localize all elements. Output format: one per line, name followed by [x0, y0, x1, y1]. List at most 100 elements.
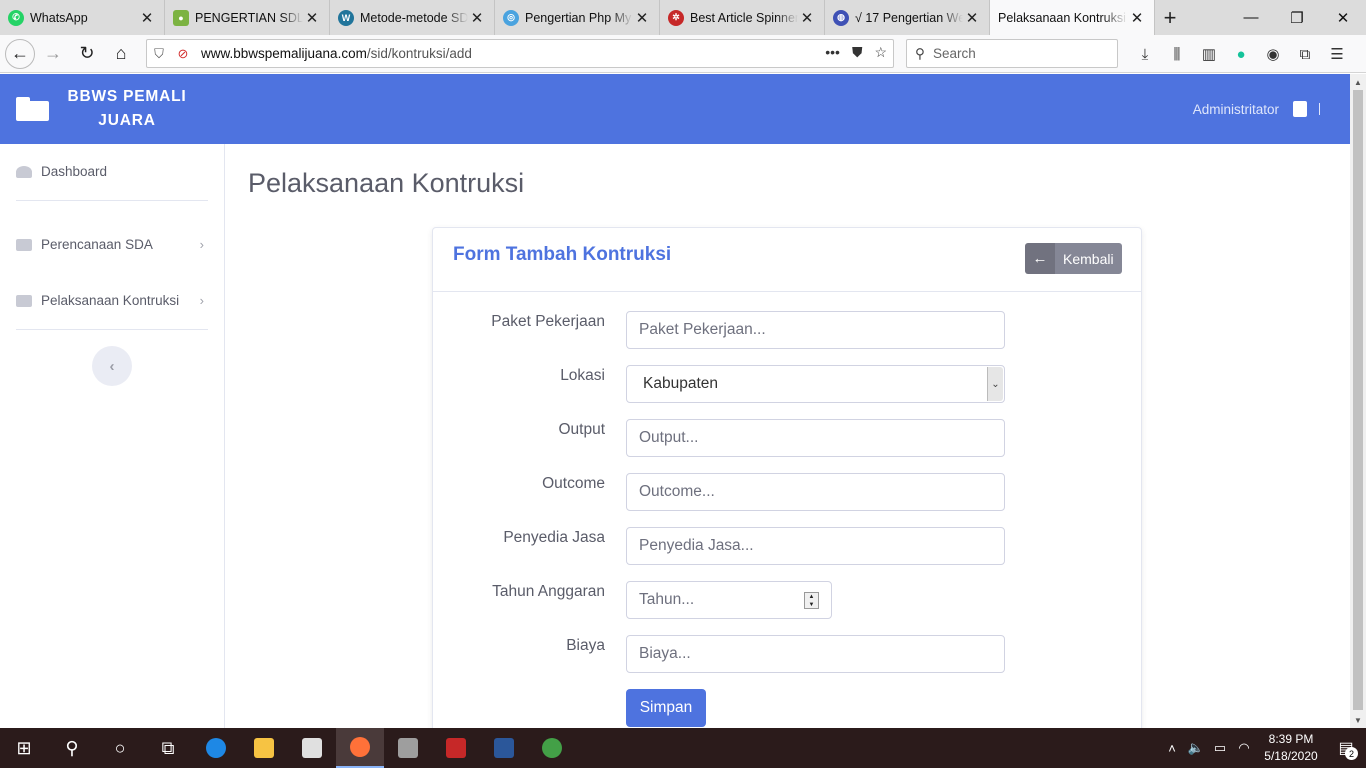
lokasi-label: Lokasi — [560, 367, 605, 384]
user-name: Administritator — [1192, 101, 1279, 117]
form-row-outcome: Outcome — [433, 473, 1143, 513]
browser-tab[interactable]: ◎ Pengertian Php My ✕ — [495, 0, 660, 35]
tab-title: Pelaksanaan Kontruksi | — [998, 10, 1128, 25]
reload-icon[interactable]: ↻ — [71, 38, 103, 70]
shield-icon[interactable]: ⛉ — [147, 46, 171, 62]
firefox-icon[interactable] — [336, 728, 384, 768]
wifi-icon[interactable]: ◠ — [1232, 740, 1256, 756]
insecure-lock-icon[interactable]: ⊘ — [171, 46, 195, 62]
outcome-input[interactable] — [626, 473, 1005, 511]
store-icon[interactable] — [288, 728, 336, 768]
account-icon[interactable]: ◉ — [1260, 41, 1286, 67]
tab-title: √ 17 Pengertian We — [855, 10, 963, 25]
browser-tab[interactable]: ✲ Best Article Spinner ✕ — [660, 0, 825, 35]
cortana-icon[interactable]: ○ — [96, 728, 144, 768]
close-tab-icon[interactable]: ✕ — [798, 9, 816, 27]
scroll-up-icon[interactable]: ▲ — [1350, 74, 1366, 90]
library-icon[interactable]: ⫼ — [1164, 41, 1190, 67]
avatar-icon — [1293, 101, 1307, 117]
task-view-icon[interactable]: ⧉ — [144, 728, 192, 768]
new-tab-button[interactable]: + — [1155, 0, 1185, 35]
clock-time: 8:39 PM — [1268, 732, 1314, 746]
sidebar-item-label: Dashboard — [41, 164, 108, 179]
restore-icon[interactable]: ❐ — [1274, 0, 1320, 35]
close-tab-icon[interactable]: ✕ — [303, 9, 321, 27]
search-bar[interactable]: ⚲ Search — [906, 39, 1118, 68]
minimize-icon[interactable]: — — [1228, 0, 1274, 35]
volume-icon[interactable]: 🔈 — [1184, 740, 1208, 756]
windows-taskbar: ⊞ ⚲ ○ ⧉ ˄ 🔈 ▭ ◠ 8:39 PM 5/18/2020 ▤2 — [0, 728, 1366, 768]
spin-up-icon[interactable]: ▲ — [805, 593, 818, 601]
screenshot-icon[interactable]: ⧉ — [1292, 41, 1318, 67]
tahun-anggaran-input[interactable]: Tahun... ▲ ▼ — [626, 581, 832, 619]
chevron-right-icon: › — [199, 237, 204, 252]
close-tab-icon[interactable]: ✕ — [138, 9, 156, 27]
close-window-icon[interactable]: ✕ — [1320, 0, 1366, 35]
spinner-icon: ✲ — [668, 9, 684, 26]
browser-tab[interactable]: ✆ WhatsApp ✕ — [0, 0, 165, 35]
url-text: www.bbwspemalijuana.com/sid/kontruksi/ad… — [201, 46, 472, 61]
browser-tab[interactable]: W Metode-metode SD ✕ — [330, 0, 495, 35]
clock[interactable]: 8:39 PM 5/18/2020 — [1256, 731, 1326, 765]
tahun-label: Tahun Anggaran — [492, 583, 605, 600]
search-icon: ⚲ — [915, 45, 925, 61]
battery-icon[interactable]: ▭ — [1208, 740, 1232, 756]
back-button[interactable]: ← Kembali — [1025, 243, 1122, 274]
paket-pekerjaan-input[interactable] — [626, 311, 1005, 349]
tab-title: Metode-metode SD — [360, 10, 468, 25]
camera-icon[interactable] — [384, 728, 432, 768]
sidebar-divider — [16, 200, 208, 201]
spin-down-icon[interactable]: ▼ — [805, 601, 818, 609]
browser-toolbar: ← → ↻ ⌂ ⛉ ⊘ www.bbwspemalijuana.com/sid/… — [0, 35, 1366, 73]
mendeley-icon[interactable] — [432, 728, 480, 768]
lokasi-select[interactable]: Kabupaten ⌄ — [626, 365, 1005, 403]
biaya-input[interactable] — [626, 635, 1005, 673]
app-globe-icon[interactable] — [528, 728, 576, 768]
notification-icon[interactable]: ▤2 — [1326, 728, 1366, 768]
address-bar[interactable]: ⛉ ⊘ www.bbwspemalijuana.com/sid/kontruks… — [146, 39, 894, 68]
page-scrollbar[interactable]: ▲ ▼ — [1350, 74, 1366, 728]
sidebar-item-dashboard[interactable]: Dashboard — [16, 164, 208, 179]
close-tab-icon[interactable]: ✕ — [1128, 9, 1146, 27]
grammarly-icon[interactable]: ● — [1228, 41, 1254, 67]
download-icon[interactable]: ⤓ — [1132, 41, 1158, 67]
output-input[interactable] — [626, 419, 1005, 457]
sidebar-toggle-button[interactable]: ‹ — [92, 346, 132, 386]
close-tab-icon[interactable]: ✕ — [633, 9, 651, 27]
home-icon[interactable]: ⌂ — [105, 38, 137, 70]
sidebar: Dashboard Perencanaan SDA › Pelaksanaan … — [0, 144, 225, 728]
chevron-up-icon[interactable]: ˄ — [1160, 741, 1184, 756]
number-spinner[interactable]: ▲ ▼ — [804, 592, 819, 609]
back-arrow-icon[interactable]: ← — [5, 38, 35, 69]
sidebar-item-perencanaan[interactable]: Perencanaan SDA › — [16, 237, 208, 252]
bookmark-star-icon[interactable]: ☆ — [874, 44, 887, 61]
file-explorer-icon[interactable] — [240, 728, 288, 768]
brand[interactable]: BBWS PEMALI JUARA — [0, 74, 225, 144]
chevron-down-icon[interactable]: ⌄ — [987, 367, 1003, 401]
sidebar-item-pelaksanaan[interactable]: Pelaksanaan Kontruksi › — [16, 293, 208, 308]
word-icon[interactable] — [480, 728, 528, 768]
sidebar-icon[interactable]: ▥ — [1196, 41, 1222, 67]
biaya-label: Biaya — [566, 637, 605, 654]
form-row-tahun: Tahun Anggaran Tahun... ▲ ▼ — [433, 581, 1143, 621]
arrow-left-icon: ← — [1025, 243, 1055, 274]
penyedia-jasa-input[interactable] — [626, 527, 1005, 565]
toolbar-icons: ⤓ ⫼ ▥ ● ◉ ⧉ ☰ — [1132, 41, 1350, 67]
browser-tab-active[interactable]: Pelaksanaan Kontruksi | ✕ — [990, 0, 1155, 35]
save-button[interactable]: Simpan — [626, 689, 706, 727]
page-actions-icon[interactable]: ••• — [825, 44, 840, 61]
browser-tab[interactable]: ● PENGERTIAN SDLC ( ✕ — [165, 0, 330, 35]
scroll-down-icon[interactable]: ▼ — [1350, 712, 1366, 728]
windows-start-icon[interactable]: ⊞ — [0, 728, 48, 768]
forward-arrow-icon[interactable]: → — [37, 38, 69, 70]
search-icon[interactable]: ⚲ — [48, 728, 96, 768]
user-menu[interactable]: Administritator — [1193, 74, 1320, 144]
pocket-icon[interactable]: ⛊ — [852, 44, 863, 61]
close-tab-icon[interactable]: ✕ — [963, 9, 981, 27]
edge-icon[interactable] — [192, 728, 240, 768]
close-tab-icon[interactable]: ✕ — [468, 9, 486, 27]
menu-icon[interactable]: ☰ — [1324, 41, 1350, 67]
browser-tab[interactable]: ◍ √ 17 Pengertian We ✕ — [825, 0, 990, 35]
scrollbar-thumb[interactable] — [1353, 90, 1363, 710]
sidebar-item-label: Perencanaan SDA — [41, 237, 153, 252]
